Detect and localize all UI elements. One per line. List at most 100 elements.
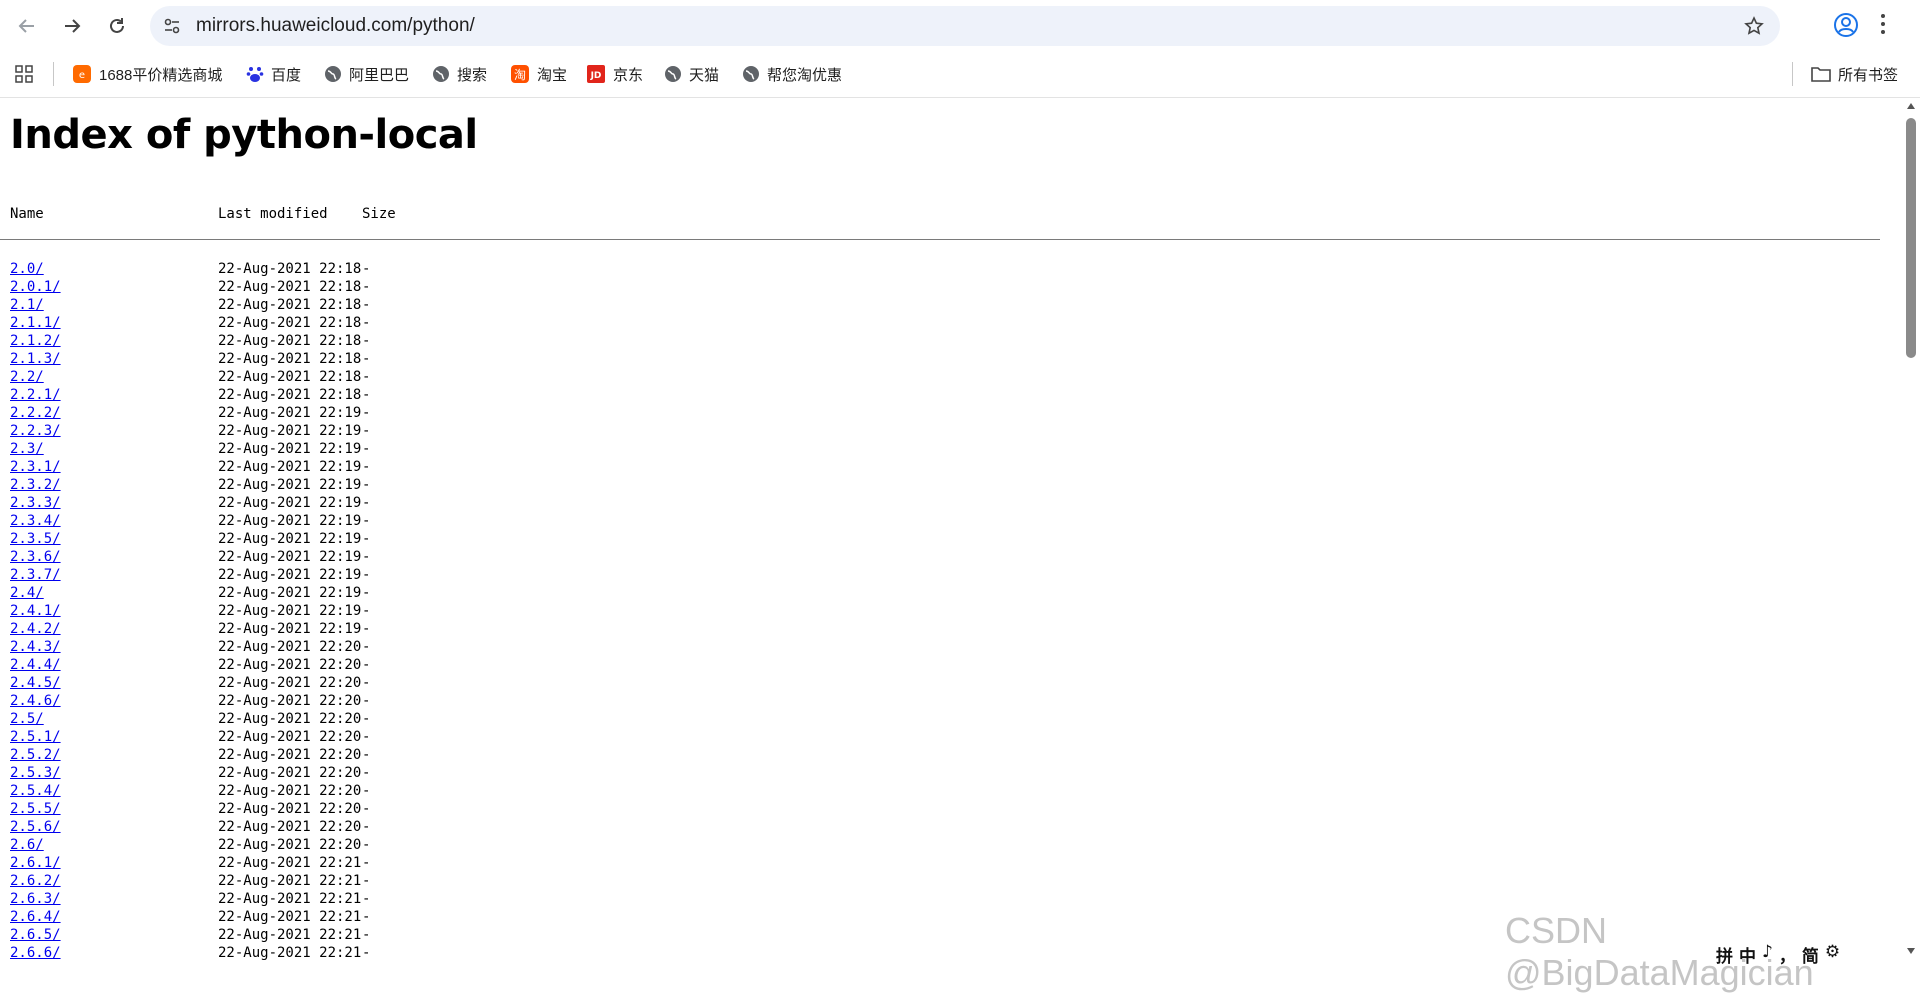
bookmark-star-icon[interactable] bbox=[1744, 16, 1764, 36]
directory-link[interactable]: 2.3.7/ bbox=[10, 566, 61, 584]
site-info-icon[interactable] bbox=[162, 16, 182, 36]
ime-pinyin[interactable]: 拼 bbox=[1716, 942, 1733, 967]
bookmark-baidu[interactable]: 百度 bbox=[246, 61, 301, 87]
listing-row: 2.2/22-Aug-2021 22:18- bbox=[10, 368, 1890, 386]
directory-link[interactable]: 2.0/ bbox=[10, 260, 44, 278]
file-size: - bbox=[362, 387, 371, 403]
reload-icon bbox=[110, 18, 124, 33]
directory-link[interactable]: 2.2.2/ bbox=[10, 404, 61, 422]
directory-link[interactable]: 2.5.1/ bbox=[10, 728, 61, 746]
directory-link[interactable]: 2.1.3/ bbox=[10, 350, 61, 368]
directory-link[interactable]: 2.6.2/ bbox=[10, 872, 61, 890]
directory-link[interactable]: 2.0.1/ bbox=[10, 278, 61, 296]
directory-link[interactable]: 2.6.5/ bbox=[10, 926, 61, 944]
directory-link[interactable]: 2.1.1/ bbox=[10, 314, 61, 332]
ime-settings[interactable]: ⚙ bbox=[1825, 942, 1840, 967]
page-content: Index of python-local Name Last modified… bbox=[0, 98, 1902, 963]
bookmark-search[interactable]: 搜索 bbox=[432, 61, 487, 87]
directory-link[interactable]: 2.3.4/ bbox=[10, 512, 61, 530]
listing-row: 2.1/22-Aug-2021 22:18- bbox=[10, 296, 1890, 314]
directory-link[interactable]: 2.5.5/ bbox=[10, 800, 61, 818]
file-size: - bbox=[362, 315, 371, 331]
directory-link[interactable]: 2.5.2/ bbox=[10, 746, 61, 764]
file-size: - bbox=[362, 927, 371, 943]
directory-link[interactable]: 2.4.3/ bbox=[10, 638, 61, 656]
divider bbox=[53, 62, 54, 86]
apps-grid-icon[interactable] bbox=[14, 64, 34, 84]
directory-link[interactable]: 2.4.4/ bbox=[10, 656, 61, 674]
directory-link[interactable]: 2.4.6/ bbox=[10, 692, 61, 710]
directory-link[interactable]: 2.4.5/ bbox=[10, 674, 61, 692]
last-modified: 22-Aug-2021 22:20 bbox=[218, 675, 362, 691]
directory-link[interactable]: 2.6.4/ bbox=[10, 908, 61, 926]
ime-punctuation[interactable]: ， bbox=[1779, 942, 1796, 967]
ime-simplified[interactable]: 简 bbox=[1802, 942, 1819, 967]
directory-link[interactable]: 2.5.3/ bbox=[10, 764, 61, 782]
directory-link[interactable]: 2.1/ bbox=[10, 296, 44, 314]
file-size: - bbox=[362, 585, 371, 601]
directory-link[interactable]: 2.2/ bbox=[10, 368, 44, 386]
svg-text:淘: 淘 bbox=[514, 68, 526, 82]
directory-link[interactable]: 2.3.2/ bbox=[10, 476, 61, 494]
last-modified: 22-Aug-2021 22:20 bbox=[218, 819, 362, 835]
directory-link[interactable]: 2.5.4/ bbox=[10, 782, 61, 800]
listing-row: 2.1.2/22-Aug-2021 22:18- bbox=[10, 332, 1890, 350]
watermark: CSDN @BigDataMagician bbox=[1505, 910, 1814, 993]
bookmark-alibaba[interactable]: 阿里巴巴 bbox=[324, 61, 409, 87]
listing-row: 2.4.5/22-Aug-2021 22:20- bbox=[10, 674, 1890, 692]
all-bookmarks-button[interactable]: 所有书签 bbox=[1811, 61, 1898, 87]
last-modified: 22-Aug-2021 22:19 bbox=[218, 513, 362, 529]
scroll-up-arrow-icon[interactable] bbox=[1907, 102, 1915, 110]
directory-link[interactable]: 2.4/ bbox=[10, 584, 44, 602]
directory-link[interactable]: 2.2.3/ bbox=[10, 422, 61, 440]
directory-link[interactable]: 2.5/ bbox=[10, 710, 44, 728]
bookmark-tmall[interactable]: 天猫 bbox=[664, 61, 719, 87]
url-text[interactable]: mirrors.huaweicloud.com/python/ bbox=[196, 6, 475, 46]
file-size: - bbox=[362, 765, 371, 781]
directory-link[interactable]: 2.3.5/ bbox=[10, 530, 61, 548]
directory-link[interactable]: 2.3/ bbox=[10, 440, 44, 458]
file-size: - bbox=[362, 297, 371, 313]
bookmark-taobao[interactable]: 淘 淘宝 bbox=[510, 61, 567, 87]
last-modified: 22-Aug-2021 22:18 bbox=[218, 369, 362, 385]
ime-toolbar[interactable]: 拼 中 ♪ ， 简 ⚙ bbox=[1716, 942, 1840, 967]
listing-row: 2.3.1/22-Aug-2021 22:19- bbox=[10, 458, 1890, 476]
reload-button[interactable] bbox=[100, 9, 134, 43]
forward-button[interactable] bbox=[55, 9, 89, 43]
column-header-name: Name bbox=[10, 206, 44, 222]
directory-link[interactable]: 2.5.6/ bbox=[10, 818, 61, 836]
directory-link[interactable]: 2.2.1/ bbox=[10, 386, 61, 404]
directory-link[interactable]: 2.6.1/ bbox=[10, 854, 61, 872]
profile-icon[interactable] bbox=[1833, 12, 1859, 38]
listing-row: 2.1.1/22-Aug-2021 22:18- bbox=[10, 314, 1890, 332]
directory-link[interactable]: 2.4.1/ bbox=[10, 602, 61, 620]
directory-link[interactable]: 2.4.2/ bbox=[10, 620, 61, 638]
directory-link[interactable]: 2.3.1/ bbox=[10, 458, 61, 476]
ime-moon[interactable]: ♪ bbox=[1762, 942, 1773, 967]
last-modified: 22-Aug-2021 22:19 bbox=[218, 441, 362, 457]
bookmark-1688[interactable]: e 1688平价精选商城 bbox=[72, 61, 222, 87]
directory-link[interactable]: 2.3.3/ bbox=[10, 494, 61, 512]
last-modified: 22-Aug-2021 22:20 bbox=[218, 765, 362, 781]
ime-chinese[interactable]: 中 bbox=[1739, 942, 1756, 967]
directory-link[interactable]: 2.6.3/ bbox=[10, 890, 61, 908]
scrollbar-thumb[interactable] bbox=[1906, 118, 1916, 358]
vertical-scrollbar[interactable] bbox=[1902, 98, 1920, 963]
back-button[interactable] bbox=[10, 9, 44, 43]
header-divider bbox=[0, 239, 1880, 240]
more-options-icon[interactable] bbox=[1880, 12, 1886, 36]
browser-toolbar: mirrors.huaweicloud.com/python/ bbox=[0, 0, 1920, 51]
listing-row: 2.3.3/22-Aug-2021 22:19- bbox=[10, 494, 1890, 512]
bookmark-jd[interactable]: JD 京东 bbox=[586, 61, 643, 87]
directory-link[interactable]: 2.6.6/ bbox=[10, 944, 61, 962]
bookmark-deals[interactable]: 帮您淘优惠 bbox=[742, 61, 842, 87]
address-bar[interactable]: mirrors.huaweicloud.com/python/ bbox=[150, 6, 1780, 46]
file-size: - bbox=[362, 279, 371, 295]
last-modified: 22-Aug-2021 22:21 bbox=[218, 909, 362, 925]
file-size: - bbox=[362, 693, 371, 709]
file-size: - bbox=[362, 603, 371, 619]
directory-link[interactable]: 2.6/ bbox=[10, 836, 44, 854]
directory-link[interactable]: 2.1.2/ bbox=[10, 332, 61, 350]
last-modified: 22-Aug-2021 22:20 bbox=[218, 639, 362, 655]
directory-link[interactable]: 2.3.6/ bbox=[10, 548, 61, 566]
